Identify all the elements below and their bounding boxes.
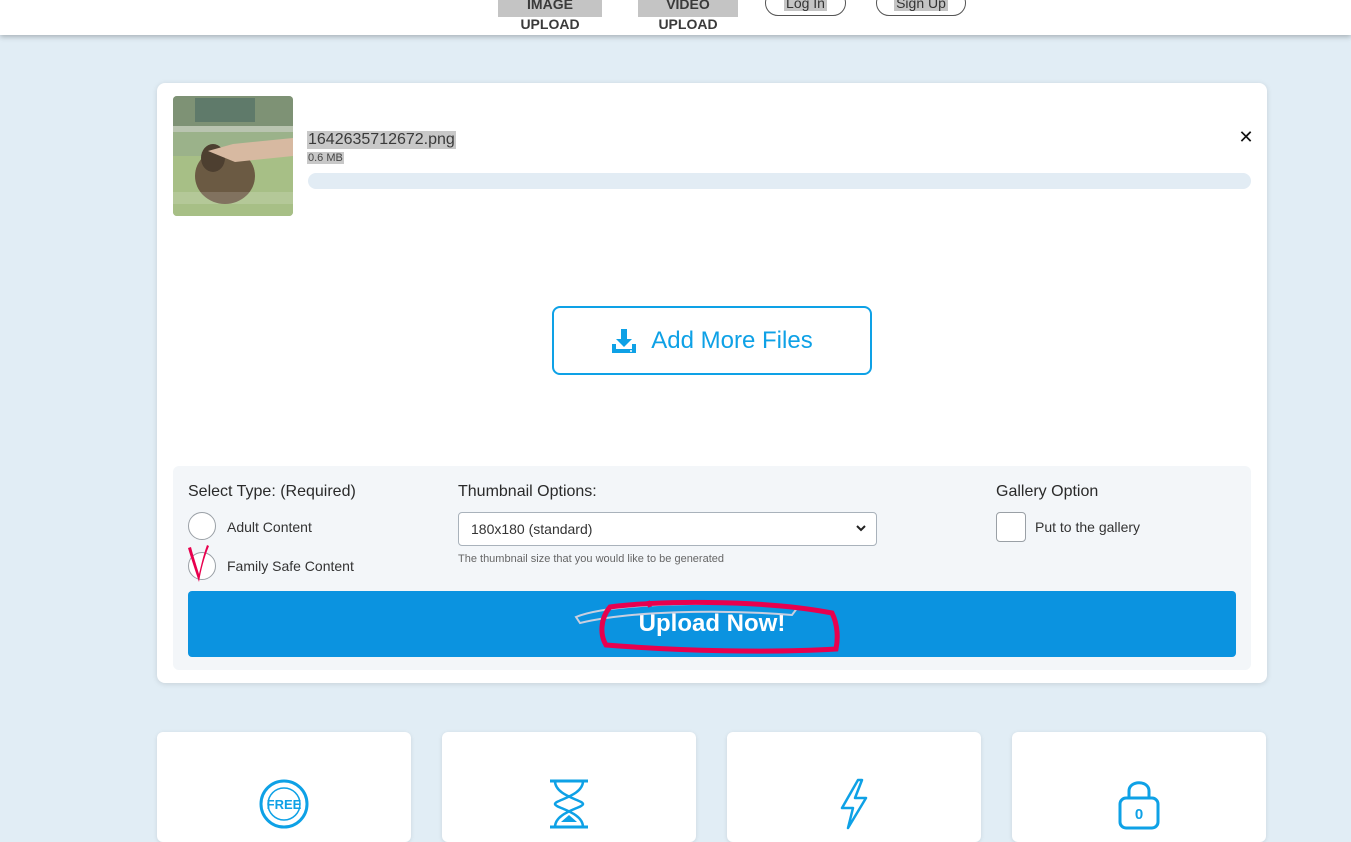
- gallery-checkbox[interactable]: [996, 512, 1026, 542]
- checkmark-annotation-icon: [188, 545, 209, 582]
- gallery-checkbox-label: Put to the gallery: [1035, 519, 1141, 535]
- free-icon: FREE: [259, 779, 309, 829]
- close-icon: ✕: [1238, 127, 1254, 147]
- thumbnail-hint: The thumbnail size that you would like t…: [458, 553, 724, 565]
- feature-card-fast: [727, 732, 981, 842]
- thumbnail-size-select[interactable]: 180x180 (standard): [458, 512, 877, 546]
- file-size: 0.6 MB: [307, 152, 344, 164]
- adult-content-label: Adult Content: [227, 519, 312, 535]
- login-button[interactable]: Log In: [765, 0, 846, 16]
- free-badge-text: FREE: [267, 797, 302, 812]
- select-type-title: Select Type: (Required): [188, 483, 356, 500]
- file-name: 1642635712672.png: [307, 131, 456, 149]
- family-safe-label: Family Safe Content: [227, 558, 354, 574]
- nav-video-upload[interactable]: VIDEO UPLOAD: [638, 0, 738, 32]
- chevron-down-icon: [856, 513, 866, 556]
- upload-card: 1642635712672.png 0.6 MB ✕ Add More File…: [157, 83, 1267, 683]
- add-more-files-label: Add More Files: [651, 326, 813, 354]
- lightning-icon: [840, 778, 868, 830]
- file-thumbnail: [173, 96, 293, 216]
- login-label: Log In: [784, 0, 827, 11]
- hourglass-icon: [550, 779, 588, 829]
- remove-file-button[interactable]: ✕: [1237, 127, 1255, 147]
- feature-card-time: [442, 732, 696, 842]
- adult-content-radio[interactable]: [188, 512, 216, 540]
- thumbnail-image: [173, 96, 293, 216]
- upload-options-panel: Select Type: (Required) Adult Content Fa…: [173, 466, 1251, 670]
- signup-button[interactable]: Sign Up: [876, 0, 966, 16]
- upload-progress-bar: [308, 173, 1251, 189]
- feature-card-free: FREE: [157, 732, 411, 842]
- nav-image-upload[interactable]: IMAGE UPLOAD: [498, 0, 602, 32]
- lock-icon: 0: [1118, 781, 1160, 830]
- scribble-annotation-icon: [574, 599, 840, 654]
- lock-badge-text: 0: [1135, 806, 1143, 823]
- signup-label: Sign Up: [894, 0, 948, 11]
- thumbnail-options-title: Thumbnail Options:: [458, 483, 597, 500]
- feature-card-secure: 0: [1012, 732, 1266, 842]
- top-nav: IMAGE UPLOAD VIDEO UPLOAD Log In Sign Up: [0, 0, 1351, 35]
- gallery-option-title: Gallery Option: [996, 483, 1099, 500]
- upload-now-button[interactable]: Upload Now!: [188, 591, 1236, 657]
- download-icon: [612, 328, 637, 353]
- add-more-files-button[interactable]: Add More Files: [552, 306, 872, 375]
- thumbnail-size-value: 180x180 (standard): [471, 521, 593, 537]
